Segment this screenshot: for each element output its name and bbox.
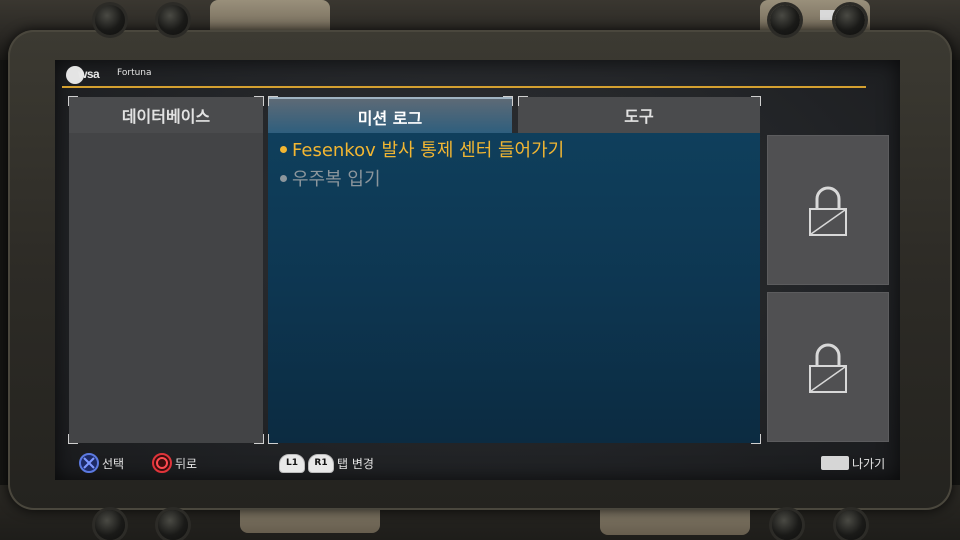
bolt-icon	[770, 5, 800, 35]
wsa-logo: wsa	[66, 66, 108, 84]
frame-corner	[751, 434, 761, 444]
tool-slot-locked[interactable]	[767, 135, 889, 285]
bolt-icon	[835, 5, 865, 35]
tab-tools[interactable]: 도구	[518, 97, 760, 133]
tab-change-label: 탭 변경	[337, 456, 374, 471]
r1-button-icon: R1	[308, 453, 334, 473]
bolt-icon	[772, 510, 802, 540]
bolt-icon	[158, 510, 188, 540]
frame-corner	[751, 96, 761, 106]
select-prompt[interactable]: 선택	[79, 452, 124, 474]
back-label: 뒤로	[175, 456, 198, 471]
frame-corner	[268, 434, 278, 444]
bolt-icon	[836, 510, 866, 540]
logo-text: wsa	[78, 67, 100, 81]
mission-item-current[interactable]: Fesenkov 발사 통제 센터 들어가기	[280, 136, 564, 162]
circle-button-icon	[152, 453, 172, 473]
database-panel	[69, 133, 263, 443]
mission-text: Fesenkov 발사 통제 센터 들어가기	[292, 140, 565, 161]
back-prompt[interactable]: 뒤로	[152, 452, 197, 474]
mission-text: 우주복 입기	[292, 169, 381, 190]
bolt-icon	[95, 5, 125, 35]
exit-label: 나가기	[852, 456, 886, 471]
frame-corner	[268, 96, 278, 106]
tab-mission-log[interactable]: 미션 로그	[268, 97, 512, 135]
frame-corner	[68, 96, 78, 106]
mission-item[interactable]: 우주복 입기	[280, 165, 381, 191]
tool-slot-locked[interactable]	[767, 292, 889, 442]
frame-corner	[503, 96, 513, 106]
tab-change-prompt[interactable]: L1 R1 탭 변경	[279, 452, 374, 474]
bullet-icon	[280, 174, 287, 182]
header-divider	[62, 86, 866, 88]
l1-button-icon: L1	[279, 453, 305, 473]
app-title: Fortuna	[117, 68, 152, 78]
frame-corner	[518, 96, 528, 106]
bullet-icon	[280, 145, 287, 153]
bolt-icon	[95, 510, 125, 540]
frame-corner	[68, 434, 78, 444]
cross-button-icon	[79, 453, 99, 473]
padlock-icon	[809, 186, 847, 236]
frame-corner	[254, 434, 264, 444]
tab-database[interactable]: 데이터베이스	[69, 97, 263, 133]
padlock-icon	[809, 343, 847, 393]
exit-prompt[interactable]: 나가기	[821, 452, 885, 474]
touchpad-button-icon	[821, 456, 849, 470]
select-label: 선택	[102, 456, 125, 471]
bolt-icon	[158, 5, 188, 35]
frame-corner	[254, 96, 264, 106]
